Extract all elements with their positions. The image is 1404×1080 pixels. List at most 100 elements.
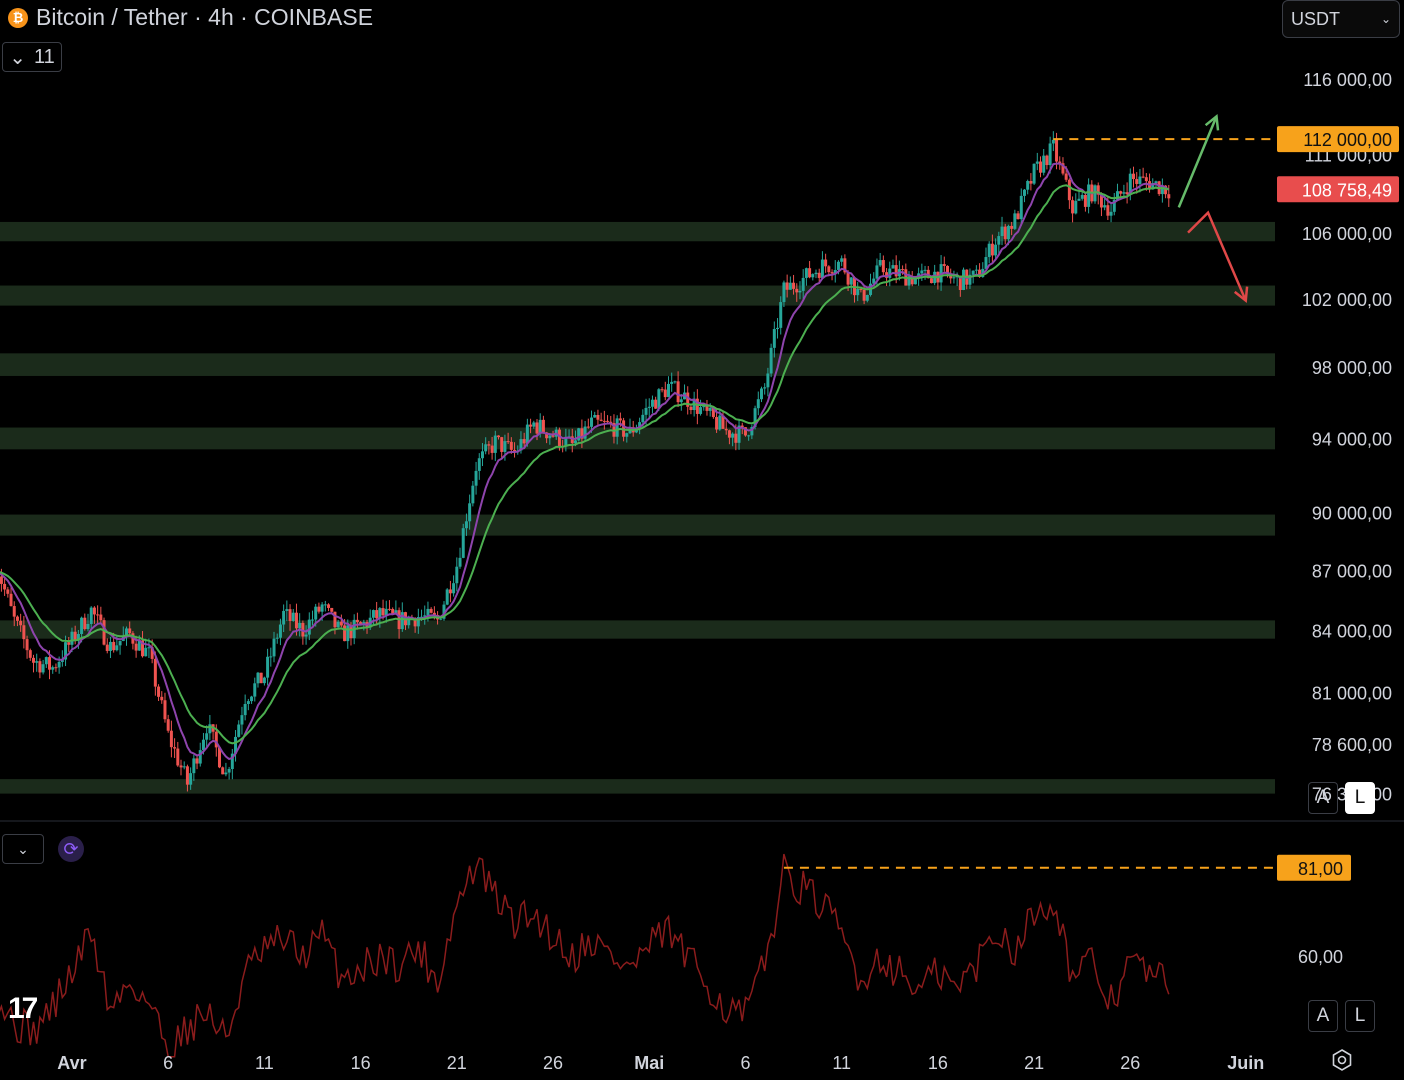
candle-body: [275, 637, 279, 639]
candle-body: [44, 657, 48, 665]
candle-body: [1141, 176, 1145, 178]
rsi-collapse-button[interactable]: ⌄: [2, 834, 44, 864]
candle-body: [452, 583, 456, 594]
last-price-label: 108 758,49: [1302, 180, 1392, 200]
candle-body: [253, 683, 257, 697]
auto-scale-button[interactable]: A: [1308, 782, 1338, 814]
candle-body: [375, 610, 379, 619]
rsi-line: [0, 853, 1170, 1058]
candle-body: [288, 609, 292, 621]
candle-body: [189, 773, 193, 785]
candle-body: [51, 667, 55, 670]
candle-body: [859, 289, 863, 291]
candle-body: [878, 260, 882, 266]
time-tick-label: 11: [832, 1053, 851, 1073]
candle-body: [144, 647, 148, 657]
candle-body: [817, 272, 821, 278]
currency-select[interactable]: USDT ⌄: [1282, 0, 1400, 38]
candle-body: [846, 272, 850, 285]
candle-body: [660, 389, 664, 391]
candle-body: [901, 269, 905, 271]
candle-body: [1029, 180, 1033, 184]
log-scale-button[interactable]: L: [1345, 782, 1375, 814]
time-tick-label: 6: [740, 1053, 750, 1073]
candle-body: [811, 274, 815, 278]
candle-body: [772, 329, 776, 348]
candle-body: [471, 485, 475, 504]
candle-body: [439, 618, 443, 620]
candle-body: [1051, 139, 1055, 144]
candle-body: [3, 583, 7, 590]
candle-body: [541, 419, 545, 433]
price-tick-label: 84 000,00: [1312, 622, 1392, 642]
candle-body: [891, 265, 895, 269]
candle-body: [596, 414, 600, 420]
candle-body: [548, 435, 552, 439]
rsi-auto-scale-button[interactable]: A: [1308, 1000, 1338, 1032]
rsi-log-scale-button[interactable]: L: [1345, 1000, 1375, 1032]
chevron-down-icon: ⌄: [17, 840, 29, 857]
candle-body: [1135, 179, 1139, 184]
price-tick-label: 94 000,00: [1312, 429, 1392, 449]
candle-body: [718, 415, 722, 430]
candle-body: [792, 282, 796, 289]
candle-body: [503, 441, 507, 452]
price-axis[interactable]: 116 000,00111 000,00106 000,00102 000,00…: [1277, 70, 1399, 805]
candle-body: [294, 612, 298, 629]
symbol-title: Bitcoin / Tether · 4h · COINBASE: [36, 4, 374, 30]
time-tick-label: Avr: [57, 1053, 86, 1073]
time-axis[interactable]: Avr 6 11 16 21 26 Mai 6 11 16 21 26 Juin: [57, 1053, 1264, 1073]
candle-body: [506, 441, 510, 443]
candle-body: [1032, 163, 1036, 184]
candle-body: [371, 610, 375, 618]
sync-icon[interactable]: ⟳: [58, 836, 84, 862]
indicators-toggle-button[interactable]: ⌄ 11: [2, 42, 62, 72]
time-tick-label: Mai: [634, 1053, 664, 1073]
candle-body: [724, 428, 728, 431]
candle-body: [1132, 173, 1136, 180]
rsi-pane: 81,00 60,00: [0, 853, 1351, 1058]
candle-body: [997, 236, 1001, 245]
candle-body: [1087, 184, 1091, 207]
support-zone: [0, 514, 1275, 536]
price-tick-label: 90 000,00: [1312, 504, 1392, 524]
candle-body: [1109, 211, 1113, 216]
candle-body: [269, 656, 273, 658]
candle-body: [474, 470, 478, 486]
support-zone: [0, 620, 1275, 639]
candle-body: [666, 383, 670, 398]
candle-body: [971, 270, 975, 275]
time-tick-label: 26: [1120, 1053, 1140, 1073]
candle-body: [38, 661, 42, 673]
candle-body: [195, 758, 199, 764]
candle-body: [586, 426, 590, 428]
candle-body: [153, 658, 157, 687]
candle-body: [192, 758, 196, 774]
candle-body: [112, 641, 116, 651]
drawings: [1053, 114, 1275, 303]
candle-body: [493, 435, 497, 453]
candle-body: [9, 593, 13, 607]
chart-canvas[interactable]: 116 000,00111 000,00106 000,00102 000,00…: [0, 0, 1404, 1080]
candle-body: [1103, 205, 1107, 208]
gear-icon[interactable]: [1330, 1048, 1354, 1072]
candle-body: [157, 686, 161, 697]
candle-body: [173, 747, 177, 749]
price-tick-label: 98 000,00: [1312, 358, 1392, 378]
candle-body: [1167, 194, 1171, 199]
candle-body: [881, 260, 885, 273]
candle-body: [974, 269, 978, 271]
candle-body: [689, 406, 693, 411]
time-tick-label: 6: [163, 1053, 173, 1073]
candle-body: [330, 607, 334, 612]
candle-body: [727, 430, 731, 438]
candle-body: [1154, 181, 1158, 183]
candle-body: [445, 589, 449, 605]
candle-body: [1144, 177, 1148, 182]
candle-body: [477, 458, 481, 471]
candle-body: [599, 419, 603, 421]
candle-body: [1003, 226, 1007, 240]
candle-body: [48, 657, 52, 670]
candle-body: [307, 619, 311, 635]
ema-slow-line: [0, 184, 1170, 745]
